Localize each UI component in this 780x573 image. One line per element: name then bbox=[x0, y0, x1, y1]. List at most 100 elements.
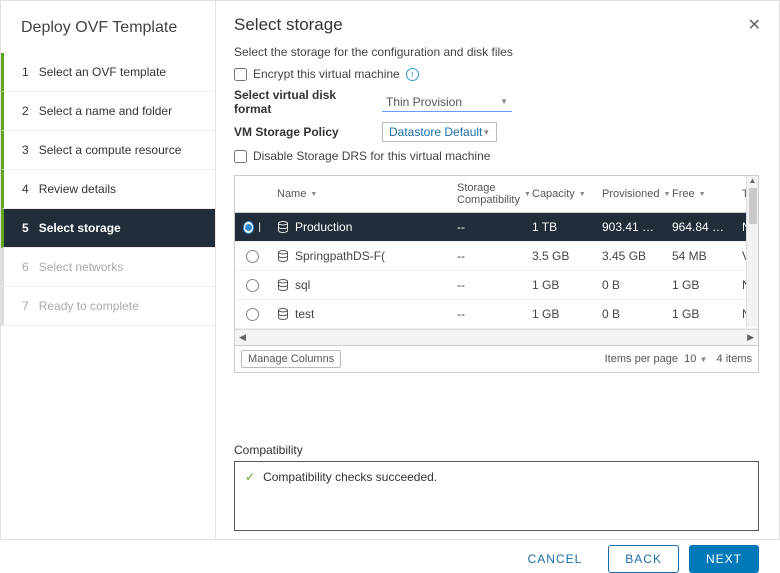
datastore-free: 1 GB bbox=[664, 278, 734, 292]
step-number: 3 bbox=[22, 143, 29, 157]
disk-format-label: Select virtual disk format bbox=[234, 88, 372, 116]
row-radio[interactable] bbox=[243, 221, 254, 234]
step-6: 6 Select networks bbox=[1, 248, 215, 287]
datastore-provisioned: 903.41 GB bbox=[594, 220, 664, 234]
datastore-provisioned: 0 B bbox=[594, 307, 664, 321]
datastore-storage-compat: -- bbox=[449, 249, 524, 263]
sort-icon: ▼ bbox=[310, 191, 317, 198]
step-2[interactable]: 2Select a name and folder bbox=[1, 92, 215, 131]
step-4[interactable]: 4Review details bbox=[1, 170, 215, 209]
vm-storage-policy-row: VM Storage Policy Datastore Default ▼ bbox=[234, 122, 759, 142]
scroll-left-icon[interactable]: ◀ bbox=[239, 332, 246, 343]
info-icon[interactable]: i bbox=[406, 68, 419, 81]
datastore-free: 964.84 GB bbox=[664, 220, 734, 234]
step-3[interactable]: 3Select a compute resource bbox=[1, 131, 215, 170]
vm-storage-policy-label: VM Storage Policy bbox=[234, 125, 372, 139]
horizontal-scrollbar[interactable]: ◀ ▶ bbox=[235, 329, 758, 345]
disable-drs-checkbox[interactable] bbox=[234, 150, 247, 163]
table-header: Name ▼ Storage Compatibility ▼ Capacity … bbox=[235, 176, 758, 213]
items-per-page-select[interactable]: 10 ▼ bbox=[684, 353, 707, 365]
row-radio[interactable] bbox=[246, 279, 259, 292]
compatibility-box: ✓ Compatibility checks succeeded. bbox=[234, 461, 759, 531]
step-number: 7 bbox=[22, 299, 29, 313]
row-radio[interactable] bbox=[246, 250, 259, 263]
col-provisioned[interactable]: Provisioned ▼ bbox=[594, 182, 664, 206]
vm-storage-policy-select[interactable]: Datastore Default ▼ bbox=[382, 122, 497, 142]
close-icon[interactable]: ✕ bbox=[748, 15, 761, 35]
datastore-name: Production bbox=[295, 220, 352, 234]
col-name[interactable]: Name ▼ bbox=[269, 182, 449, 206]
next-button[interactable]: NEXT bbox=[689, 545, 759, 573]
step-list: 1Select an OVF template2Select a name an… bbox=[1, 53, 215, 326]
col-capacity[interactable]: Capacity ▼ bbox=[524, 182, 594, 206]
panel-description: Select the storage for the configuration… bbox=[234, 45, 759, 59]
chevron-down-icon: ▼ bbox=[699, 355, 707, 364]
panel-title: Select storage bbox=[234, 15, 759, 35]
datastore-storage-compat: -- bbox=[449, 307, 524, 321]
compatibility-message: Compatibility checks succeeded. bbox=[263, 470, 437, 484]
step-label: Ready to complete bbox=[39, 299, 139, 313]
encrypt-row: Encrypt this virtual machine i bbox=[234, 67, 759, 81]
col-free[interactable]: Free ▼ bbox=[664, 182, 734, 206]
items-per-page-label: Items per page bbox=[605, 353, 678, 365]
step-5[interactable]: 5 Select storage bbox=[1, 209, 215, 248]
disable-drs-label: Disable Storage DRS for this virtual mac… bbox=[253, 149, 490, 163]
col-storage-compat[interactable]: Storage Compatibility ▼ bbox=[449, 176, 524, 212]
check-icon: ✓ bbox=[245, 470, 255, 484]
back-button[interactable]: BACK bbox=[608, 545, 679, 573]
step-number: 5 bbox=[22, 221, 29, 235]
datastore-name: SpringpathDS-F( bbox=[295, 249, 385, 263]
datastore-capacity: 1 GB bbox=[524, 278, 594, 292]
datastore-capacity: 1 GB bbox=[524, 307, 594, 321]
wizard-root: Deploy OVF Template 1Select an OVF templ… bbox=[0, 0, 780, 540]
vertical-scrollbar[interactable]: ▲ bbox=[746, 176, 758, 327]
wizard-sidebar: Deploy OVF Template 1Select an OVF templ… bbox=[1, 1, 216, 539]
sort-icon: ▼ bbox=[579, 191, 586, 198]
chevron-down-icon: ▼ bbox=[500, 97, 508, 106]
col-select bbox=[235, 188, 269, 200]
datastore-provisioned: 0 B bbox=[594, 278, 664, 292]
step-7: 7 Ready to complete bbox=[1, 287, 215, 326]
table-body: |Production--1 TB903.41 GB964.84 GBN Spri… bbox=[235, 213, 758, 329]
sort-icon: ▼ bbox=[699, 191, 706, 198]
step-number: 2 bbox=[22, 104, 29, 118]
datastore-table: Name ▼ Storage Compatibility ▼ Capacity … bbox=[234, 175, 759, 346]
scroll-up-icon[interactable]: ▲ bbox=[749, 176, 757, 185]
scroll-thumb[interactable] bbox=[749, 188, 757, 224]
row-radio[interactable] bbox=[246, 308, 259, 321]
datastore-name: test bbox=[295, 307, 314, 321]
disk-format-row: Select virtual disk format Thin Provisio… bbox=[234, 88, 759, 116]
disable-drs-row: Disable Storage DRS for this virtual mac… bbox=[234, 149, 759, 163]
datastore-free: 1 GB bbox=[664, 307, 734, 321]
pagination: Items per page 10 ▼ 4 items bbox=[605, 353, 752, 365]
wizard-title: Deploy OVF Template bbox=[1, 19, 215, 53]
cancel-button[interactable]: CANCEL bbox=[512, 545, 599, 573]
scroll-right-icon[interactable]: ▶ bbox=[747, 332, 754, 343]
step-label: Select an OVF template bbox=[39, 65, 166, 79]
disk-format-select[interactable]: Thin Provision ▼ bbox=[382, 93, 512, 112]
table-row[interactable]: test--1 GB0 B1 GBN bbox=[235, 300, 758, 329]
datastore-icon bbox=[277, 250, 289, 262]
step-number: 6 bbox=[22, 260, 29, 274]
step-1[interactable]: 1Select an OVF template bbox=[1, 53, 215, 92]
datastore-icon bbox=[277, 221, 289, 233]
step-label: Select storage bbox=[39, 221, 121, 235]
encrypt-checkbox[interactable] bbox=[234, 68, 247, 81]
item-count-text: 4 items bbox=[717, 353, 752, 365]
table-row[interactable]: SpringpathDS-F(--3.5 GB3.45 GB54 MBV bbox=[235, 242, 758, 271]
datastore-icon bbox=[277, 279, 289, 291]
table-row[interactable]: |Production--1 TB903.41 GB964.84 GBN bbox=[235, 213, 758, 242]
datastore-free: 54 MB bbox=[664, 249, 734, 263]
datastore-provisioned: 3.45 GB bbox=[594, 249, 664, 263]
manage-columns-button[interactable]: Manage Columns bbox=[241, 350, 341, 368]
footer-actions: CANCEL BACK NEXT bbox=[234, 531, 759, 573]
disk-format-value: Thin Provision bbox=[386, 95, 462, 109]
compatibility-label: Compatibility bbox=[234, 443, 759, 457]
table-row[interactable]: sql--1 GB0 B1 GBN bbox=[235, 271, 758, 300]
datastore-storage-compat: -- bbox=[449, 278, 524, 292]
datastore-icon bbox=[277, 308, 289, 320]
datastore-capacity: 3.5 GB bbox=[524, 249, 594, 263]
wizard-panel: ✕ Select storage Select the storage for … bbox=[216, 1, 779, 539]
vm-storage-policy-value: Datastore Default bbox=[389, 125, 482, 139]
step-label: Select networks bbox=[39, 260, 124, 274]
